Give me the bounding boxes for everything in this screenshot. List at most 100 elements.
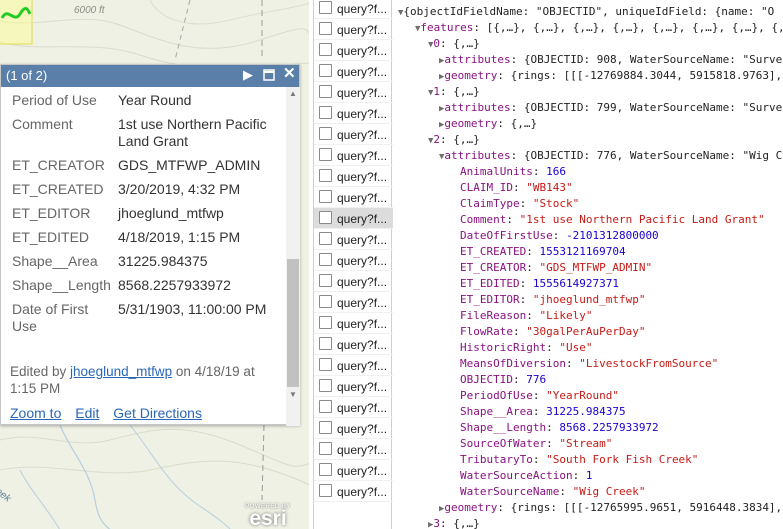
json-feature-2[interactable]: ▼2: {,…} <box>428 132 480 149</box>
network-request-row[interactable]: query?f... <box>314 355 393 376</box>
network-request-row[interactable]: query?f... <box>314 103 393 124</box>
json-field-line: HistoricRight: "Use" <box>460 341 593 354</box>
network-request-row[interactable]: query?f... <box>314 166 393 187</box>
edit-link[interactable]: Edit <box>75 405 99 421</box>
network-request-row[interactable]: query?f... <box>314 418 393 439</box>
network-request-row[interactable]: query?f... <box>314 397 393 418</box>
request-checkbox[interactable] <box>319 190 332 203</box>
json-root[interactable]: ▼{objectIdFieldName: "OBJECTID", uniqueI… <box>398 4 774 21</box>
network-request-row[interactable]: query?f... <box>314 439 393 460</box>
json-feature-2-geometry[interactable]: ▶geometry: {rings: [[[-12765995.9651, 59… <box>439 500 782 517</box>
network-request-row[interactable]: query?f... <box>314 292 393 313</box>
network-request-row[interactable]: query?f... <box>314 40 393 61</box>
json-feature-0-attributes[interactable]: ▶attributes: {OBJECTID: 908, WaterSource… <box>439 52 782 69</box>
json-feature-0-geometry[interactable]: ▶geometry: {rings: [[[-12769884.3044, 59… <box>439 68 782 85</box>
request-checkbox[interactable] <box>319 64 332 77</box>
json-field-key: SourceOfWater <box>460 437 547 450</box>
network-request-row[interactable]: query?f... <box>314 250 393 271</box>
request-checkbox[interactable] <box>319 43 332 56</box>
network-request-row[interactable]: query?f... <box>314 313 393 334</box>
request-checkbox[interactable] <box>319 295 332 308</box>
edited-by-text: Edited by jhoeglund_mtfwp on 4/18/19 at … <box>10 363 280 397</box>
request-checkbox[interactable] <box>319 274 332 287</box>
network-request-row[interactable]: query?f... <box>314 481 393 502</box>
json-field-value: 776 <box>526 373 547 386</box>
request-name: query?f... <box>337 275 388 289</box>
network-request-row[interactable]: query?f... <box>314 334 393 355</box>
network-request-row[interactable]: query?f... <box>314 229 393 250</box>
network-request-row[interactable]: query?f... <box>314 82 393 103</box>
request-name: query?f... <box>337 65 388 79</box>
network-request-row[interactable]: query?f... <box>314 460 393 481</box>
request-name: query?f... <box>337 44 388 58</box>
request-checkbox[interactable] <box>319 211 332 224</box>
json-field-line: WaterSourceAction: 1 <box>460 469 593 482</box>
zoom-to-link[interactable]: Zoom to <box>10 405 61 421</box>
request-checkbox[interactable] <box>319 379 332 392</box>
request-name: query?f... <box>337 212 388 226</box>
request-checkbox[interactable] <box>319 337 332 350</box>
request-checkbox[interactable] <box>319 400 332 413</box>
network-request-row[interactable]: query?f... <box>314 145 393 166</box>
network-request-row[interactable]: query?f... <box>314 0 393 19</box>
json-field-line: TributaryTo: "South Fork Fish Creek" <box>460 453 699 466</box>
next-feature-icon[interactable]: ▶ <box>243 67 253 83</box>
json-field-key: AnimalUnits <box>460 165 533 178</box>
json-feature-1[interactable]: ▼1: {,…} <box>428 84 480 101</box>
json-feature-0[interactable]: ▼0: {,…} <box>428 36 480 53</box>
json-field-line: ET_EDITOR: "jhoeglund_mtfwp" <box>460 293 646 306</box>
json-field-line: CLAIM_ID: "WB143" <box>460 181 573 194</box>
request-checkbox[interactable] <box>319 148 332 161</box>
request-checkbox[interactable] <box>319 442 332 455</box>
network-request-row[interactable]: query?f... <box>314 376 393 397</box>
network-request-row[interactable]: query?f... <box>314 271 393 292</box>
maximize-icon[interactable] <box>263 67 275 85</box>
network-request-row[interactable]: query?f... <box>314 208 393 229</box>
request-checkbox[interactable] <box>319 253 332 266</box>
editor-link[interactable]: jhoeglund_mtfwp <box>70 364 172 379</box>
request-checkbox[interactable] <box>319 106 332 119</box>
request-checkbox[interactable] <box>319 358 332 371</box>
request-checkbox[interactable] <box>319 1 332 14</box>
network-request-row[interactable]: query?f... <box>314 124 393 145</box>
esri-logo: esri <box>249 507 287 529</box>
json-field-value: "South Fork Fish Creek" <box>546 453 699 466</box>
network-request-row[interactable]: query?f... <box>314 187 393 208</box>
json-field-key: FileReason <box>460 309 527 322</box>
request-checkbox[interactable] <box>319 484 332 497</box>
scroll-down-icon[interactable]: ▼ <box>289 390 297 399</box>
close-icon[interactable]: ✕ <box>283 66 296 82</box>
json-field-key: HistoricRight <box>460 341 547 354</box>
request-checkbox[interactable] <box>319 85 332 98</box>
json-field-line: ET_CREATED: 1553121169704 <box>460 245 626 258</box>
json-feature-2-attributes[interactable]: ▼attributes: {OBJECTID: 776, WaterSource… <box>439 148 782 165</box>
json-field-value: "1st use Northern Pacific Land Grant" <box>519 213 765 226</box>
get-directions-link[interactable]: Get Directions <box>113 405 202 421</box>
map-view[interactable]: 6000 ft eek POWERED BY esri (1 of 2) ▶ ✕… <box>0 0 309 529</box>
request-checkbox[interactable] <box>319 22 332 35</box>
scroll-up-icon[interactable]: ▲ <box>289 89 297 98</box>
request-checkbox[interactable] <box>319 232 332 245</box>
attr-value: Year Round <box>118 92 192 108</box>
request-name: query?f... <box>337 128 388 142</box>
json-feature-1-geometry[interactable]: ▶geometry: {,…} <box>439 116 537 133</box>
popup-scrollbar[interactable]: ▲ ▼ <box>286 87 300 426</box>
json-field-line: PeriodOfUse: "YearRound" <box>460 389 619 402</box>
request-checkbox[interactable] <box>319 463 332 476</box>
network-request-row[interactable]: query?f... <box>314 19 393 40</box>
json-field-key: DateOfFirstUse <box>460 229 553 242</box>
request-name: query?f... <box>337 317 388 331</box>
request-checkbox[interactable] <box>319 127 332 140</box>
json-features[interactable]: ▼features: [{,…}, {,…}, {,…}, {,…}, {,…}… <box>415 20 783 37</box>
json-field-value: "Stock" <box>532 197 580 210</box>
request-checkbox[interactable] <box>319 421 332 434</box>
json-feature-1-attributes[interactable]: ▶attributes: {OBJECTID: 799, WaterSource… <box>439 100 782 117</box>
attr-key: ET_CREATOR <box>12 157 105 173</box>
request-name: query?f... <box>337 422 388 436</box>
json-feature-3[interactable]: ▶3: {,…} <box>428 516 480 529</box>
scroll-thumb[interactable] <box>287 259 299 387</box>
network-request-row[interactable]: query?f... <box>314 61 393 82</box>
attr-value: 5/31/1903, 11:00:00 PM <box>118 301 267 317</box>
request-checkbox[interactable] <box>319 169 332 182</box>
request-checkbox[interactable] <box>319 316 332 329</box>
